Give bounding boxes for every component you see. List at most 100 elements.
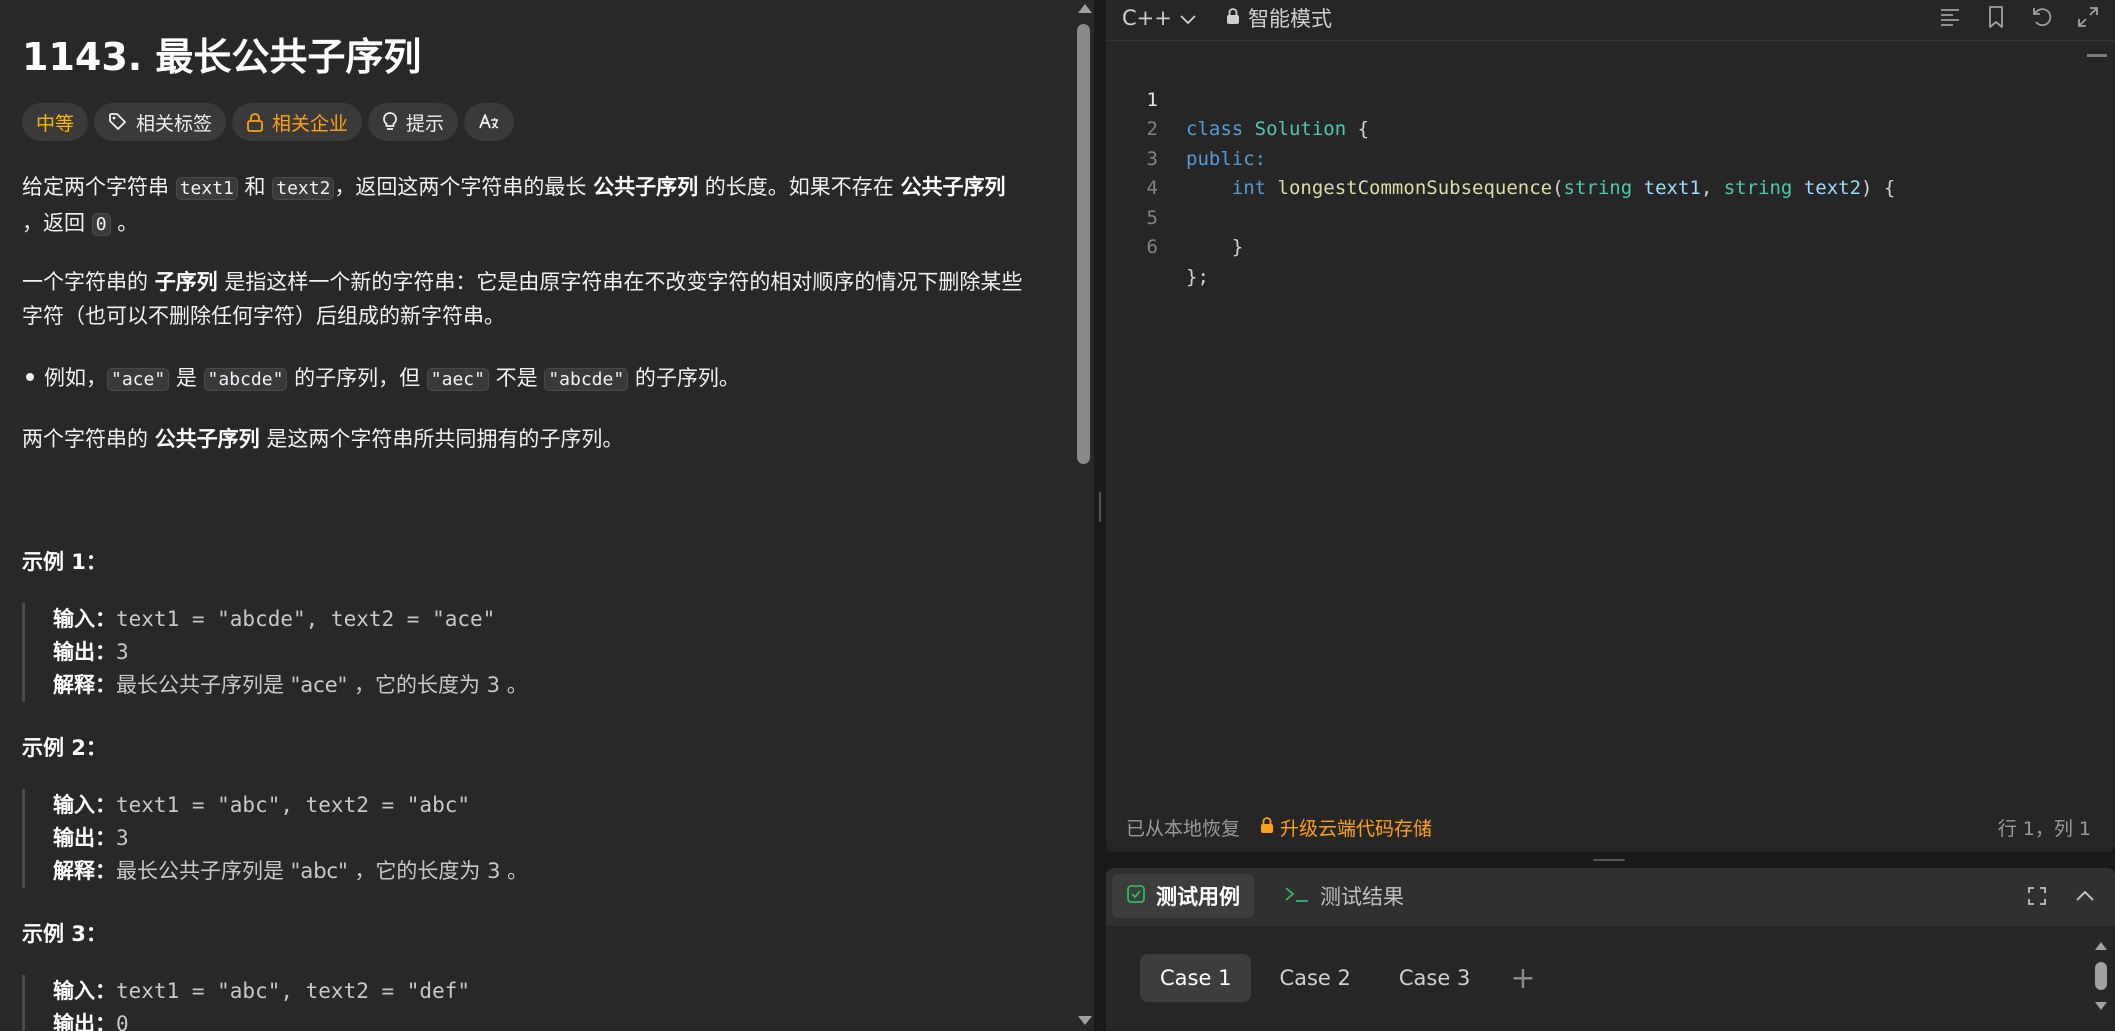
language-label: C++ <box>1122 6 1172 30</box>
text: ，返回 <box>22 211 92 235</box>
text: 给定两个字符串 <box>22 175 176 199</box>
example-output: 0 <box>116 1012 129 1031</box>
text: 的长度。如果不存在 <box>698 175 901 199</box>
splitter-grip[interactable] <box>1099 492 1101 522</box>
bold-term: 公共子序列 <box>593 175 699 199</box>
format-icon[interactable] <box>1937 4 1963 30</box>
description-scrollbar[interactable] <box>1074 0 1094 1031</box>
case-tab-3[interactable]: Case 3 <box>1379 954 1490 1002</box>
editor-toolbar-icons <box>1937 4 2101 30</box>
tab-testcase[interactable]: 测试用例 <box>1112 874 1254 918</box>
example-input: text1 = "abc", text2 = "def" <box>116 979 471 1003</box>
case-tab-1[interactable]: Case 1 <box>1140 954 1252 1002</box>
language-selector[interactable]: C++ <box>1122 0 1196 36</box>
checkbox-icon <box>1126 884 1146 909</box>
vertical-splitter[interactable] <box>1094 0 1106 1031</box>
test-panel: 测试用例 测试结果 Case 1 Case 2 Case 3 + <box>1106 868 2115 1031</box>
output-label: 输出： <box>53 1012 116 1031</box>
code-line: 5 } <box>1106 174 2115 259</box>
example-output: 3 <box>116 640 129 664</box>
hint-button[interactable]: 提示 <box>368 103 459 141</box>
example-2-block: 输入：text1 = "abc", text2 = "abc" 输出：3 解释：… <box>22 789 528 888</box>
test-case-tabs: Case 1 Case 2 Case 3 + <box>1140 954 1547 1002</box>
explain-label: 解释： <box>53 673 116 697</box>
text: ，返回这两个字符串的最长 <box>334 175 594 199</box>
scroll-up-arrow[interactable] <box>2095 942 2107 950</box>
description-paragraph-1: 给定两个字符串 text1 和 text2 ，返回这两个字符串的最长 公共子序列 … <box>22 170 1032 242</box>
scroll-up-arrow[interactable] <box>1078 4 1092 13</box>
expand-icon[interactable] <box>2025 884 2049 908</box>
splitter-grip[interactable] <box>1593 859 1625 861</box>
bold-term: 公共子序列 <box>900 175 1006 199</box>
text: 和 <box>237 175 273 199</box>
smart-mode[interactable]: 智能模式 <box>1226 0 1332 36</box>
explain-label: 解释： <box>53 859 116 883</box>
output-label: 输出： <box>53 640 116 664</box>
code-editor-panel: C++ 智能模式 1 class Solution {2 public: 3 … <box>1106 0 2115 852</box>
add-case-button[interactable]: + <box>1498 961 1547 996</box>
text: 例如， <box>44 366 107 390</box>
input-label: 输入： <box>53 793 116 817</box>
text: 是这两个字符串所共同拥有的子序列。 <box>259 427 624 451</box>
example-1-block: 输入：text1 = "abcde", text2 = "ace" 输出：3 解… <box>22 603 528 702</box>
example-input: text1 = "abc", text2 = "abc" <box>116 793 471 817</box>
tag-icon <box>108 112 128 132</box>
inline-code: 0 <box>91 213 111 236</box>
tab-test-result[interactable]: 测试结果 <box>1270 874 1418 918</box>
description-paragraph-3: 两个字符串的 公共子序列 是这两个字符串所共同拥有的子序列。 <box>22 422 1032 456</box>
tab-testcase-label: 测试用例 <box>1156 885 1240 909</box>
reset-icon[interactable] <box>2029 4 2055 30</box>
related-tags-button[interactable]: 相关标签 <box>94 103 227 141</box>
code-line: 6 }; <box>1106 204 2115 288</box>
example-2-title: 示例 2： <box>22 736 107 760</box>
fullscreen-icon[interactable] <box>2075 4 2101 30</box>
translate-button[interactable] <box>464 103 515 141</box>
mode-label: 智能模式 <box>1248 7 1332 31</box>
inline-code: "abcde" <box>203 368 288 391</box>
case-tab-2[interactable]: Case 2 <box>1259 954 1370 1002</box>
problem-title: 1143. 最长公共子序列 <box>22 35 422 79</box>
app-root: 1143. 最长公共子序列 中等 相关标签 相关企业 提示 给定两个字符串 te… <box>0 0 2115 1031</box>
horizontal-splitter[interactable] <box>1106 852 2115 868</box>
example-3-title: 示例 3： <box>22 922 107 946</box>
code-text: }; <box>1186 265 1209 288</box>
text: 是 <box>169 366 204 390</box>
cursor-position: 行 1，列 1 <box>1997 818 2091 840</box>
example-input: text1 = "abcde", text2 = "ace" <box>116 607 496 631</box>
scroll-thumb[interactable] <box>1077 24 1090 464</box>
upgrade-label: 升级云端代码存储 <box>1280 818 1433 840</box>
code-line: 2 public: <box>1106 86 2115 170</box>
text: 不是 <box>488 366 545 390</box>
example-bullet: 例如， "ace" 是 "abcde" 的子序列，但 "aec" 不是 "abcd… <box>22 361 1032 397</box>
translate-icon <box>478 112 500 132</box>
lock-icon <box>246 112 264 132</box>
description-paragraph-2: 一个字符串的 子序列 是指这样一个新的字符串：它是由原字符串在不改变字符的相对顺… <box>22 265 1032 333</box>
lightbulb-icon <box>382 111 398 133</box>
related-companies-button[interactable]: 相关企业 <box>232 103 363 141</box>
scroll-down-arrow[interactable] <box>2095 1002 2107 1010</box>
example-3-block: 输入：text1 = "abc", text2 = "def" 输出：0 <box>22 975 470 1031</box>
inline-code: "ace" <box>107 368 170 391</box>
terminal-icon <box>1284 884 1310 909</box>
inline-code: text2 <box>272 177 335 200</box>
code-line: 4 <box>1106 145 2115 199</box>
bold-term: 公共子序列 <box>154 427 260 451</box>
hint-label: 提示 <box>406 112 445 135</box>
scroll-down-arrow[interactable] <box>1078 1016 1092 1025</box>
test-panel-scrollbar[interactable] <box>2093 936 2109 1031</box>
inline-code: text1 <box>175 177 238 200</box>
upgrade-storage-link[interactable]: 升级云端代码存储 <box>1260 814 1432 841</box>
code-area[interactable]: 1 class Solution { 2 public: 3 int longe… <box>1106 56 2115 288</box>
scroll-thumb[interactable] <box>2095 962 2107 990</box>
chevron-up-icon[interactable] <box>2073 884 2097 908</box>
editor-toolbar: C++ 智能模式 <box>1106 0 2115 41</box>
code-line: 1 class Solution { <box>1106 56 2115 141</box>
bookmark-icon[interactable] <box>1983 4 2009 30</box>
test-panel-icons <box>2025 884 2097 908</box>
difficulty-badge[interactable]: 中等 <box>22 103 89 141</box>
inline-code: "aec" <box>426 368 489 391</box>
text: 两个字符串的 <box>22 427 155 451</box>
problem-tags: 中等 相关标签 相关企业 提示 <box>22 103 515 141</box>
restore-status: 已从本地恢复 <box>1126 818 1241 840</box>
chevron-down-icon <box>1180 6 1196 30</box>
